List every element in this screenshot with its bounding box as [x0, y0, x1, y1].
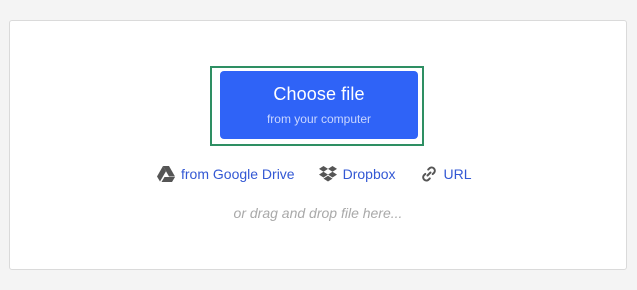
upload-panel: Choose file from your computer from Goog… [9, 20, 627, 270]
choose-file-subtitle: from your computer [266, 112, 372, 126]
google-drive-link[interactable]: from Google Drive [157, 165, 295, 183]
url-label: URL [443, 166, 472, 182]
upload-sources: from Google Drive Dropbox URL [157, 163, 472, 185]
dropbox-label: Dropbox [342, 166, 396, 182]
google-drive-label: from Google Drive [181, 166, 295, 182]
dropbox-icon [318, 165, 337, 183]
choose-file-title: Choose file [273, 84, 365, 104]
choose-file-button[interactable]: Choose file from your computer [220, 71, 418, 139]
dropbox-link[interactable]: Dropbox [318, 165, 396, 183]
drag-drop-hint: or drag and drop file here... [233, 205, 403, 221]
url-link[interactable]: URL [420, 165, 472, 183]
link-icon [420, 165, 438, 183]
google-drive-icon [157, 165, 175, 183]
